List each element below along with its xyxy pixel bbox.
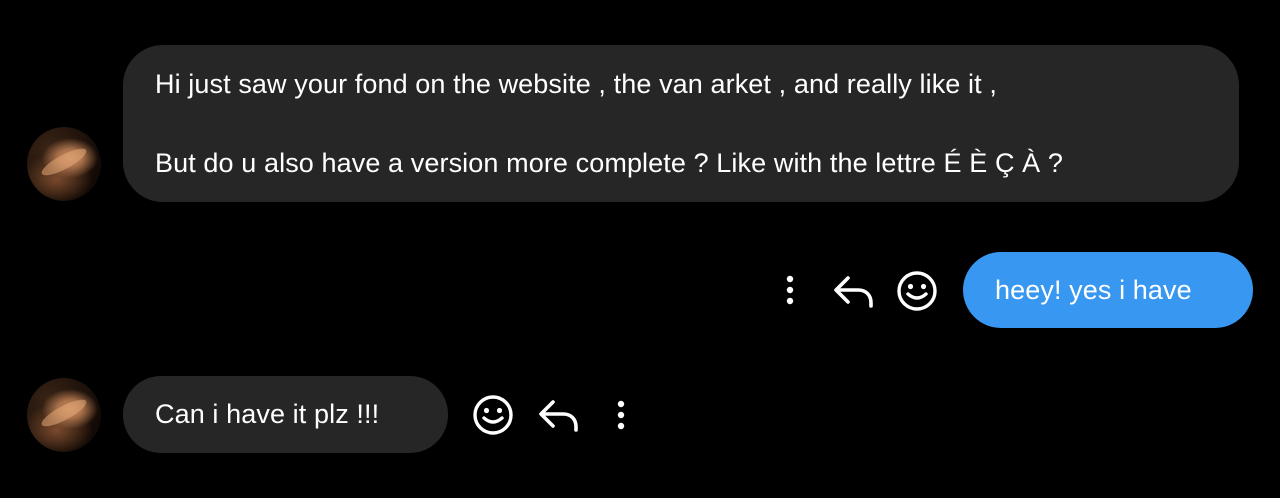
message-line: Hi just saw your fond on the website , t… [155, 69, 997, 99]
reply-icon[interactable] [830, 270, 878, 312]
more-options-icon[interactable] [610, 397, 632, 433]
incoming-message-bubble[interactable]: Hi just saw your fond on the website , t… [123, 45, 1239, 202]
incoming-message-bubble[interactable]: Can i have it plz !!! [123, 376, 448, 453]
message-text: heey! yes i have [995, 275, 1192, 305]
contact-avatar[interactable] [27, 127, 101, 201]
contact-avatar[interactable] [27, 378, 101, 452]
message-text: Can i have it plz !!! [155, 399, 380, 429]
emoji-react-icon[interactable] [895, 269, 939, 313]
emoji-react-icon[interactable] [471, 393, 515, 437]
reply-icon[interactable] [535, 394, 583, 436]
outgoing-message-bubble[interactable]: heey! yes i have [963, 252, 1253, 328]
message-line: But do u also have a version more comple… [155, 148, 1063, 178]
more-options-icon[interactable] [779, 272, 801, 308]
